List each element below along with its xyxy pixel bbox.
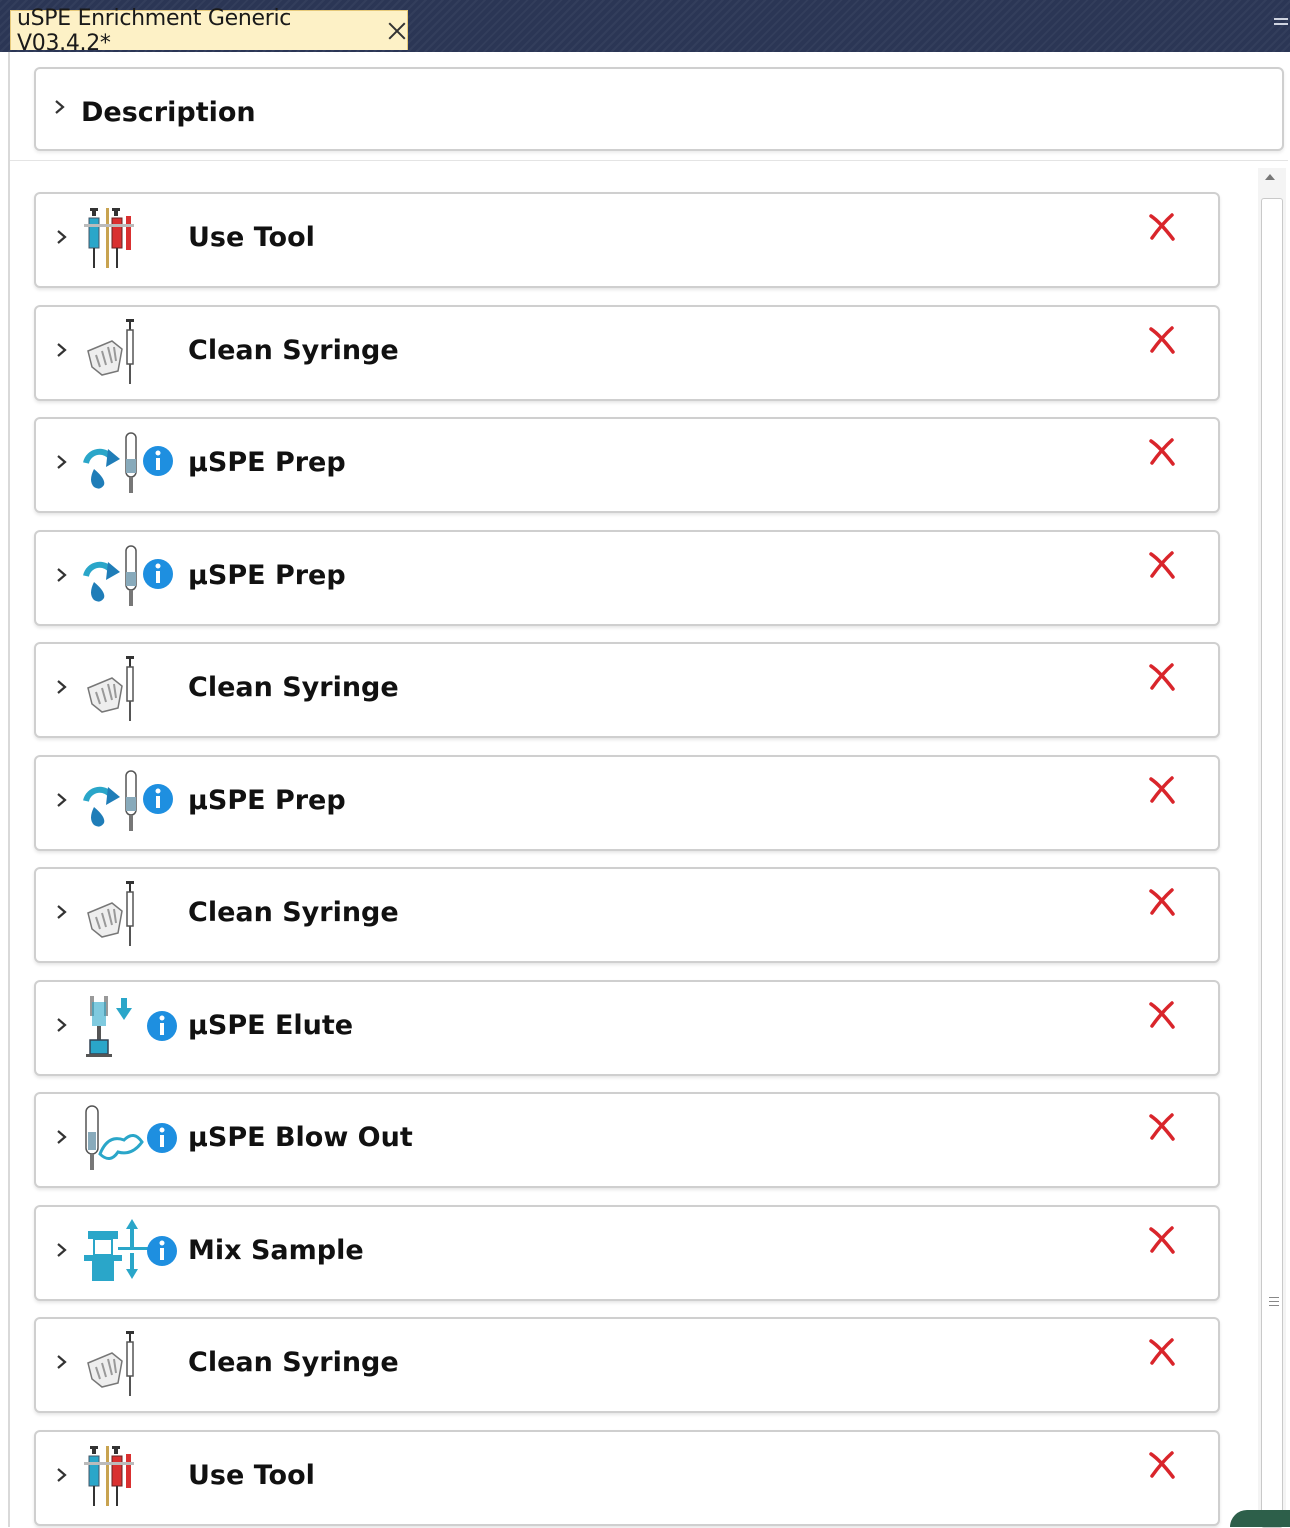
delete-step-icon[interactable]: [1146, 775, 1178, 805]
use-tool-icon: [82, 204, 182, 276]
chevron-right-icon[interactable]: [56, 1130, 68, 1144]
step-title: Clean Syringe: [188, 672, 399, 703]
method-step[interactable]: Clean Syringe: [34, 867, 1220, 963]
clean-syringe-icon: [82, 317, 182, 389]
step-title: Clean Syringe: [188, 335, 399, 366]
chevron-right-icon[interactable]: [56, 1018, 68, 1032]
uspe-elute-icon: [82, 992, 182, 1064]
uspe-prep-icon: [82, 429, 182, 501]
corner-decoration: [1230, 1510, 1290, 1527]
method-step[interactable]: µSPE Prep: [34, 755, 1220, 851]
step-title: µSPE Elute: [188, 1010, 354, 1041]
delete-step-icon[interactable]: [1146, 437, 1178, 467]
clean-syringe-icon: [82, 879, 182, 951]
chevron-right-icon[interactable]: [56, 1243, 68, 1257]
step-title: Use Tool: [188, 1460, 315, 1491]
delete-step-icon[interactable]: [1146, 325, 1178, 355]
delete-step-icon[interactable]: [1146, 1225, 1178, 1255]
method-step[interactable]: Use Tool: [34, 192, 1220, 288]
mix-sample-icon: [82, 1217, 182, 1289]
tab-menu-icon[interactable]: [1274, 18, 1288, 32]
clean-syringe-icon: [82, 1329, 182, 1401]
delete-step-icon[interactable]: [1146, 887, 1178, 917]
chevron-right-icon[interactable]: [56, 568, 68, 582]
vertical-scrollbar[interactable]: [1258, 168, 1286, 1528]
method-step[interactable]: Clean Syringe: [34, 642, 1220, 738]
method-step[interactable]: µSPE Blow Out: [34, 1092, 1220, 1188]
document-tab-title: uSPE Enrichment Generic V03.4.2*: [17, 5, 292, 56]
chevron-right-icon[interactable]: [56, 905, 68, 919]
method-step[interactable]: Mix Sample: [34, 1205, 1220, 1301]
chevron-right-icon[interactable]: [56, 1468, 68, 1482]
description-panel[interactable]: Description: [34, 67, 1284, 151]
scrollbar-grip-icon: [1269, 1297, 1279, 1309]
use-tool-icon: [82, 1442, 182, 1514]
step-title: Mix Sample: [188, 1235, 364, 1266]
scrollbar-thumb[interactable]: [1261, 198, 1283, 1528]
delete-step-icon[interactable]: [1146, 212, 1178, 242]
step-title: µSPE Blow Out: [188, 1122, 413, 1153]
chevron-right-icon[interactable]: [54, 100, 66, 114]
method-step[interactable]: Use Tool: [34, 1430, 1220, 1526]
document-tab-bar: uSPE Enrichment Generic V03.4.2*: [0, 0, 1290, 56]
uspe-blow-out-icon: [82, 1104, 182, 1176]
chevron-right-icon[interactable]: [56, 793, 68, 807]
clean-syringe-icon: [82, 654, 182, 726]
step-title: µSPE Prep: [188, 447, 346, 478]
close-tab-icon[interactable]: [386, 20, 407, 42]
divider: [10, 160, 1288, 161]
method-step[interactable]: µSPE Elute: [34, 980, 1220, 1076]
chevron-right-icon[interactable]: [56, 230, 68, 244]
chevron-right-icon[interactable]: [56, 1355, 68, 1369]
method-step[interactable]: Clean Syringe: [34, 305, 1220, 401]
delete-step-icon[interactable]: [1146, 1000, 1178, 1030]
delete-step-icon[interactable]: [1146, 1112, 1178, 1142]
chevron-right-icon[interactable]: [56, 343, 68, 357]
step-title: µSPE Prep: [188, 785, 346, 816]
chevron-right-icon[interactable]: [56, 680, 68, 694]
step-title: Clean Syringe: [188, 897, 399, 928]
chevron-right-icon[interactable]: [56, 455, 68, 469]
document-tab[interactable]: uSPE Enrichment Generic V03.4.2*: [10, 6, 408, 56]
description-label: Description: [81, 97, 256, 128]
step-title: Clean Syringe: [188, 1347, 399, 1378]
uspe-prep-icon: [82, 542, 182, 614]
delete-step-icon[interactable]: [1146, 550, 1178, 580]
delete-step-icon[interactable]: [1146, 1450, 1178, 1480]
delete-step-icon[interactable]: [1146, 1337, 1178, 1367]
step-title: Use Tool: [188, 222, 315, 253]
scroll-up-arrow-icon[interactable]: [1265, 174, 1275, 180]
step-title: µSPE Prep: [188, 560, 346, 591]
uspe-prep-icon: [82, 767, 182, 839]
method-step[interactable]: µSPE Prep: [34, 417, 1220, 513]
delete-step-icon[interactable]: [1146, 662, 1178, 692]
method-step[interactable]: Clean Syringe: [34, 1317, 1220, 1413]
method-step[interactable]: µSPE Prep: [34, 530, 1220, 626]
